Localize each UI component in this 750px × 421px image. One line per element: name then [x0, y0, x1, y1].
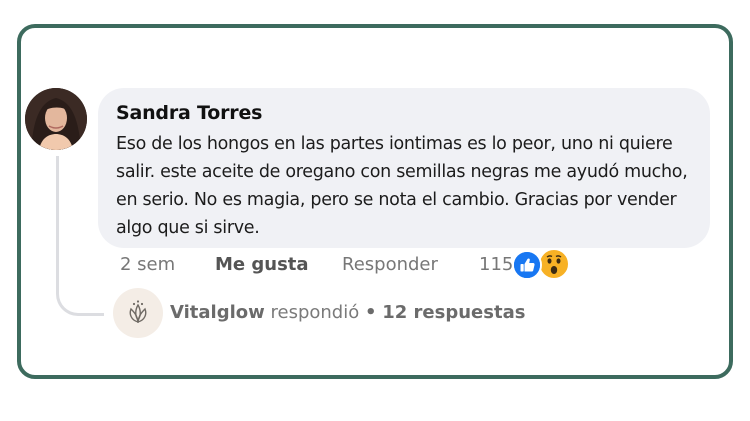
reactions-summary[interactable]: [512, 248, 574, 280]
reply-separator: •: [364, 302, 377, 323]
comment-timestamp[interactable]: 2 sem: [120, 252, 175, 278]
like-button[interactable]: Me gusta: [215, 252, 309, 278]
thread-connector-line: [56, 156, 104, 316]
reply-count: 12 respuestas: [382, 302, 526, 323]
vitalglow-avatar[interactable]: [113, 288, 163, 338]
comment-bubble: Sandra Torres Eso de los hongos en las p…: [98, 88, 710, 248]
like-icon: [512, 250, 542, 280]
commenter-avatar[interactable]: [25, 88, 87, 150]
reply-brand-name: Vitalglow: [170, 302, 265, 323]
reply-action-text: respondió: [270, 302, 360, 323]
vitalglow-logo-icon: [129, 300, 147, 323]
reaction-count[interactable]: 115: [479, 252, 513, 278]
comment-author-name[interactable]: Sandra Torres: [116, 100, 692, 126]
replies-summary-link[interactable]: Vitalglow respondió • 12 respuestas: [170, 300, 525, 326]
avatar-photo: [25, 88, 87, 150]
reply-button[interactable]: Responder: [342, 252, 438, 278]
comment-text: Eso de los hongos en las partes iontimas…: [116, 134, 688, 238]
wow-icon: [538, 248, 570, 280]
